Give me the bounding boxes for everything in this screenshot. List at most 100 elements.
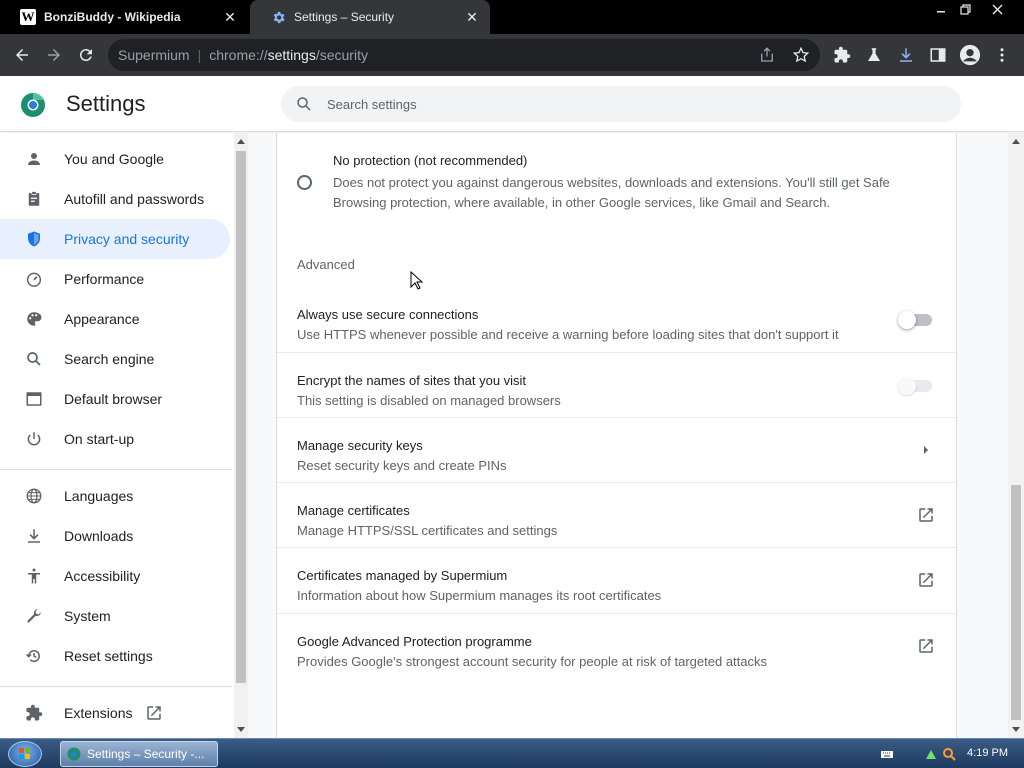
network-icon[interactable] [924,747,938,761]
row-description: Reset security keys and create PINs [297,458,507,473]
settings-header: Settings Search settings [0,76,1024,132]
menu-kebab-icon[interactable] [990,43,1014,67]
keyboard-icon[interactable] [880,747,894,761]
close-icon[interactable]: ✕ [464,9,480,25]
tab-title: BonziBuddy - Wikipedia [44,10,181,24]
tab-bonzibuddy-wikipedia[interactable]: W BonziBuddy - Wikipedia ✕ [0,0,248,34]
puzzle-icon [24,703,44,723]
extensions-puzzle-icon[interactable] [830,43,854,67]
scrollbar-thumb[interactable] [1011,485,1021,720]
sidebar-item-label: Privacy and security [64,231,190,247]
supermium-logo-icon [67,747,81,761]
sidebar-item-extensions[interactable]: Extensions [0,693,230,733]
no-protection-radio[interactable] [297,175,312,190]
sidebar-item-label: On start-up [64,431,135,447]
sidebar-scrollbar[interactable] [234,133,248,738]
search-placeholder: Search settings [327,96,417,112]
accessibility-icon [24,566,44,586]
download-icon[interactable] [894,43,918,67]
sidebar-item-label: Accessibility [64,568,141,584]
sidebar-item-search-engine[interactable]: Search engine [0,339,230,379]
palette-icon [24,309,44,329]
main-scrollbar[interactable] [1008,133,1024,738]
scroll-down-arrow-icon[interactable] [1012,727,1020,732]
manage-security-keys-row[interactable]: Manage security keys Reset security keys… [277,417,956,482]
arrow-left-icon [16,49,28,61]
certificates-managed-row[interactable]: Certificates managed by Supermium Inform… [277,547,956,612]
bookmark-star-icon[interactable] [792,46,810,67]
download-icon [24,526,44,546]
tab-settings-security[interactable]: Settings – Security ✕ [250,0,490,34]
advanced-section-heading: Advanced [297,257,355,272]
search-settings-field[interactable]: Search settings [281,86,961,122]
sidebar-item-languages[interactable]: Languages [0,476,230,516]
sidebar-item-autofill[interactable]: Autofill and passwords [0,179,230,219]
reload-button[interactable] [74,43,98,67]
labs-flask-icon[interactable] [862,43,886,67]
shield-icon [24,229,44,249]
restore-history-icon [24,646,44,666]
row-title: Certificates managed by Supermium [297,568,508,583]
row-description: Use HTTPS whenever possible and receive … [297,327,839,342]
sidebar-item-reset-settings[interactable]: Reset settings [0,636,230,676]
arrow-right-icon [48,49,60,61]
power-icon [24,429,44,449]
always-use-secure-connections-row[interactable]: Always use secure connections Use HTTPS … [277,287,956,352]
windows-taskbar: Settings – Security -... 4:19 PM [0,738,1024,768]
sidebar-item-appearance[interactable]: Appearance [0,299,230,339]
no-protection-option[interactable]: No protection (not recommended) Does not… [277,133,956,223]
profile-avatar-icon[interactable] [958,43,982,67]
search-tray-icon[interactable] [942,747,956,761]
system-clock: 4:19 PM [967,747,1008,759]
tab-title: Settings – Security [294,10,395,24]
taskbar-settings-window[interactable]: Settings – Security -... [60,741,218,767]
sidebar-item-performance[interactable]: Performance [0,259,230,299]
browser-window-icon [24,389,44,409]
sidebar-item-downloads[interactable]: Downloads [0,516,230,556]
share-icon[interactable] [758,46,776,67]
row-title: Encrypt the names of sites that you visi… [297,373,527,388]
reload-icon [79,49,92,62]
scrollbar-thumb[interactable] [236,151,246,683]
close-icon[interactable]: ✕ [222,9,238,25]
start-button[interactable] [8,741,42,767]
restore-icon[interactable] [951,0,979,18]
sidebar-item-default-browser[interactable]: Default browser [0,379,230,419]
sidebar-item-label: Autofill and passwords [64,191,205,207]
sidebar-item-accessibility[interactable]: Accessibility [0,556,230,596]
close-window-icon[interactable] [983,0,1011,18]
chevron-right-icon[interactable] [916,440,936,460]
search-icon [24,349,44,369]
back-button[interactable] [10,43,34,67]
scroll-up-arrow-icon[interactable] [237,139,245,144]
sidebar-item-privacy-and-security[interactable]: Privacy and security [0,219,230,259]
scroll-down-arrow-icon[interactable] [237,727,245,732]
open-in-new-icon[interactable] [916,570,936,590]
sidebar-item-label: Search engine [64,351,155,367]
sidebar-item-label: Languages [64,488,134,504]
encrypt-site-names-row: Encrypt the names of sites that you visi… [277,352,956,417]
secure-connections-toggle[interactable] [898,311,932,329]
address-bar[interactable]: Supermium | chrome://settings/security [108,39,820,71]
settings-sidebar: You and Google Autofill and passwords Pr… [0,133,234,738]
open-in-new-icon[interactable] [916,505,936,525]
sidebar-item-on-start-up[interactable]: On start-up [0,419,230,459]
option-title: No protection (not recommended) [333,153,528,168]
sidebar-item-label: Reset settings [64,648,153,664]
scroll-up-arrow-icon[interactable] [1012,139,1020,144]
side-panel-icon[interactable] [926,43,950,67]
omnibox-separator: | [197,47,202,63]
advanced-protection-row[interactable]: Google Advanced Protection programme Pro… [277,613,956,678]
row-description: Information about how Supermium manages … [297,588,662,603]
windows-logo-icon [19,748,30,759]
open-in-new-icon[interactable] [916,636,936,656]
sidebar-item-label: Performance [64,271,145,287]
sidebar-item-you-and-google[interactable]: You and Google [0,139,230,179]
manage-certificates-row[interactable]: Manage certificates Manage HTTPS/SSL cer… [277,482,956,547]
sidebar-item-system[interactable]: System [0,596,230,636]
encrypt-site-names-toggle [898,377,932,395]
row-title: Always use secure connections [297,307,479,322]
sidebar-item-label: Downloads [64,528,134,544]
supermium-logo-icon [21,92,45,117]
forward-button[interactable] [42,43,66,67]
